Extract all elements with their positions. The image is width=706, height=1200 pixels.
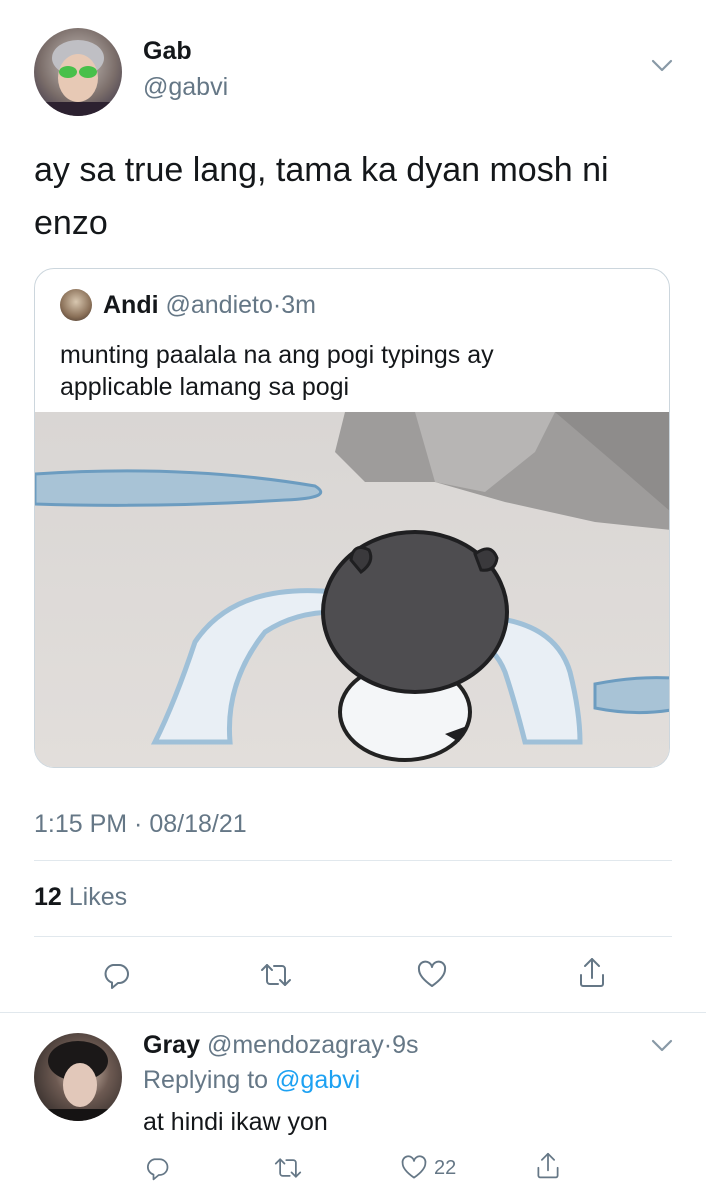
- quoted-media-image[interactable]: [35, 412, 669, 767]
- retweet-icon: [274, 1158, 302, 1178]
- reply-text: at hindi ikaw yon: [143, 1108, 328, 1136]
- heart-icon: [401, 1155, 427, 1179]
- media-illustration: [35, 412, 669, 767]
- reply-time: 9s: [392, 1031, 419, 1059]
- tweet-text: ay sa true lang, tama ka dyan mosh ni en…: [34, 151, 609, 242]
- reply-like-button[interactable]: 22: [400, 1150, 470, 1186]
- reply-like-count: 22: [434, 1156, 457, 1179]
- avatar-figure: [34, 1041, 122, 1121]
- reply-reply-button[interactable]: [139, 1150, 175, 1186]
- chevron-down-icon[interactable]: [648, 56, 676, 76]
- replying-to-handle[interactable]: @gabvi: [275, 1066, 360, 1094]
- share-icon: [580, 958, 604, 987]
- reply-button[interactable]: [96, 955, 136, 995]
- like-button[interactable]: [412, 955, 452, 995]
- likes-stat[interactable]: 12 Likes: [34, 883, 127, 912]
- quoted-separator: ·: [272, 291, 282, 319]
- quoted-text: munting paalala na ang pogi typings ay a…: [60, 341, 494, 401]
- reply-header: Gray @mendozagray·9s: [143, 1031, 419, 1060]
- author-avatar[interactable]: [34, 28, 122, 116]
- avatar-figure: [34, 40, 122, 116]
- reply-author-name[interactable]: Gray: [143, 1031, 200, 1059]
- share-icon: [537, 1152, 559, 1179]
- chevron-down-icon[interactable]: [648, 1036, 676, 1056]
- author-handle[interactable]: @gabvi: [143, 73, 228, 102]
- divider: [34, 936, 672, 937]
- reply-icon: [146, 1158, 169, 1181]
- reply-icon: [104, 964, 129, 989]
- reply-author-handle[interactable]: @mendozagray: [207, 1031, 384, 1059]
- quoted-header: Andi @andieto·3m: [103, 291, 316, 320]
- retweet-icon: [261, 964, 291, 986]
- quoted-author-avatar: [60, 289, 92, 321]
- divider: [0, 1012, 706, 1013]
- reply-author-avatar[interactable]: [34, 1033, 122, 1121]
- retweet-button[interactable]: [256, 955, 296, 995]
- quoted-time: 3m: [281, 291, 316, 319]
- heart-icon: [417, 960, 447, 987]
- share-button[interactable]: [572, 953, 612, 993]
- likes-count: 12: [34, 883, 62, 911]
- author-name[interactable]: Gab: [143, 37, 192, 66]
- replying-to-label: Replying to: [143, 1066, 269, 1094]
- likes-label: Likes: [68, 883, 128, 911]
- quoted-tweet-card[interactable]: Andi @andieto·3m munting paalala na ang …: [34, 268, 670, 768]
- reply-share-button[interactable]: [530, 1148, 566, 1184]
- reply-separator: ·: [383, 1031, 393, 1059]
- replying-to: Replying to @gabvi: [143, 1066, 360, 1095]
- tweet-timestamp: 1:15 PM · 08/18/21: [34, 810, 247, 838]
- quoted-author-handle: @andieto: [165, 291, 273, 319]
- reply-retweet-button[interactable]: [270, 1150, 306, 1186]
- divider: [34, 860, 672, 861]
- quoted-author-name: Andi: [103, 291, 159, 319]
